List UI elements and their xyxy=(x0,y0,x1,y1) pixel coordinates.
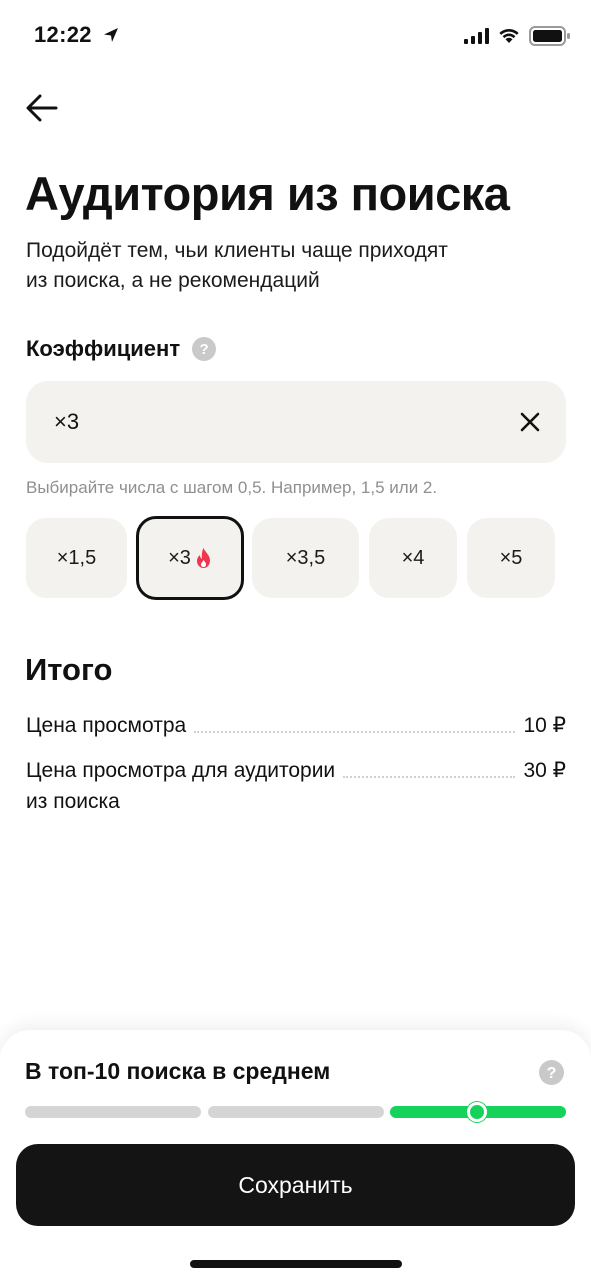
summary-row-search-price: Цена просмотра для аудитории 30 ₽ xyxy=(26,755,566,787)
coefficient-options: ×1,5 ×3 ×3,5 ×4 ×5 xyxy=(26,516,566,600)
home-indicator xyxy=(190,1260,402,1268)
search-rank-title: В топ-10 поиска в среднем xyxy=(25,1058,331,1084)
status-bar: 12:22 xyxy=(0,0,591,70)
progress-knob xyxy=(467,1102,487,1122)
option-chip-3-5[interactable]: ×3,5 xyxy=(252,518,359,598)
page-title: Аудитория из поиска xyxy=(25,167,510,220)
option-chip-label: ×5 xyxy=(499,546,523,569)
fire-icon xyxy=(196,548,210,568)
option-chip-label: ×4 xyxy=(401,546,425,569)
summary-row-label-continuation: из поиска xyxy=(26,790,120,813)
option-chip-label: ×1,5 xyxy=(56,546,97,569)
summary-row-label: Цена просмотра xyxy=(26,714,187,737)
wifi-icon xyxy=(499,28,519,43)
progress-segment-1 xyxy=(25,1106,201,1118)
option-chip-4[interactable]: ×4 xyxy=(369,518,457,598)
coefficient-field xyxy=(26,381,566,463)
back-button[interactable] xyxy=(22,88,62,128)
coefficient-input[interactable] xyxy=(54,381,494,463)
coefficient-hint: Выбирайте числа с шагом 0,5. Например, 1… xyxy=(26,478,438,497)
dotted-leader xyxy=(343,776,516,778)
status-time: 12:22 xyxy=(34,22,92,47)
summary-row-value: 30 ₽ xyxy=(523,759,566,782)
help-icon[interactable]: ? xyxy=(539,1060,564,1085)
save-button[interactable]: Сохранить xyxy=(16,1144,575,1226)
summary-title: Итого xyxy=(25,652,113,687)
subtitle-line-2: из поиска, а не рекомендаций xyxy=(26,269,320,292)
option-chip-label: ×3,5 xyxy=(285,546,326,569)
dotted-leader xyxy=(194,731,516,733)
search-rank-progress xyxy=(25,1102,566,1122)
coefficient-label: Коэффициент xyxy=(26,336,181,361)
svg-text:?: ? xyxy=(547,1065,557,1082)
progress-segment-2 xyxy=(208,1106,384,1118)
option-chip-label: ×3 xyxy=(168,546,191,569)
option-chip-3[interactable]: ×3 xyxy=(136,516,244,600)
summary-row-view-price: Цена просмотра 10 ₽ xyxy=(26,710,566,742)
option-chip-1-5[interactable]: ×1,5 xyxy=(26,518,127,598)
subtitle-line-1: Подойдёт тем, чьи клиенты чаще приходят xyxy=(26,239,448,262)
summary-row-value: 10 ₽ xyxy=(523,714,566,737)
clear-icon[interactable] xyxy=(516,408,544,436)
summary-row-label: Цена просмотра для аудитории xyxy=(26,759,336,782)
help-icon[interactable]: ? xyxy=(192,337,217,361)
arrow-left-icon xyxy=(26,94,58,122)
battery-icon xyxy=(529,26,570,46)
location-arrow-icon xyxy=(104,28,118,42)
page-subtitle: Подойдёт тем, чьи клиенты чаще приходят … xyxy=(26,236,546,296)
option-chip-5[interactable]: ×5 xyxy=(467,518,555,598)
coefficient-label-row: Коэффициент ? xyxy=(26,336,217,362)
cellular-signal-icon xyxy=(464,28,489,44)
